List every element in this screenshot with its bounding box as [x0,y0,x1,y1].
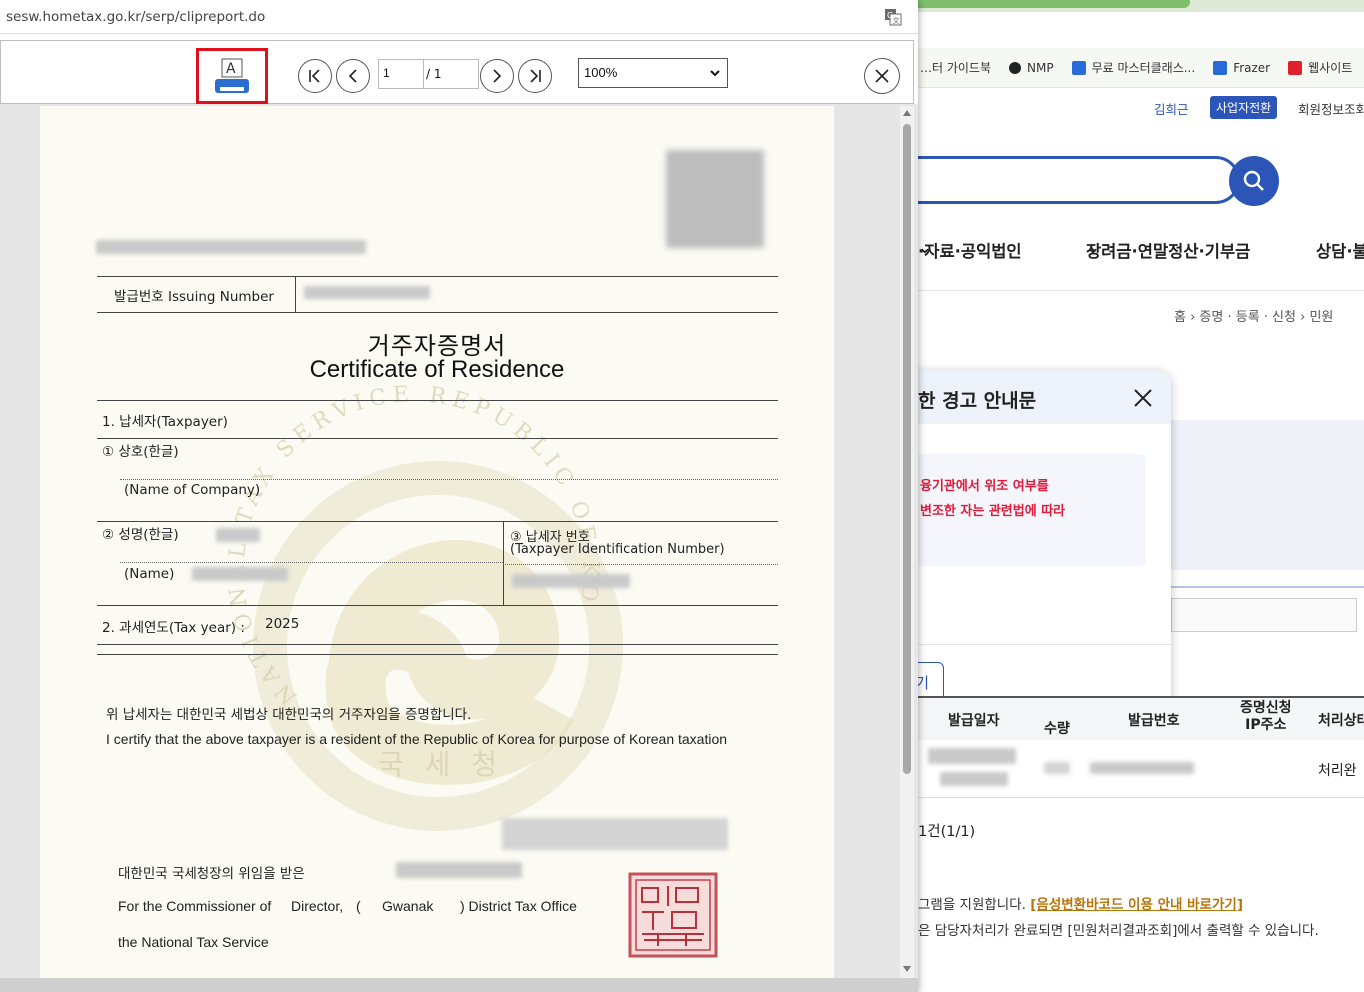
modal-warning-text: 융기관에서 위조 여부를 변조한 자는 관련법에 따라 [920,479,1066,519]
redacted-barcode [666,150,764,248]
close-icon [875,69,889,83]
name-label-en: (Name) [124,566,175,582]
switch-business-button[interactable]: 사업자전환 [1210,96,1278,119]
name-label-ko: ② 성명(한글) [102,527,179,543]
section-taxpayer: 1. 납세자(Taxpayer) [102,414,228,430]
chevron-down-icon [710,70,720,77]
bookmark-nmp[interactable]: NMP [1009,61,1054,75]
delegation-text-ko: 대한민국 국세청장의 위임을 받은 [118,866,305,882]
bookmark-guidebook[interactable]: …터 가이드북 [920,59,991,76]
bookmark-frazer[interactable]: Frazer [1213,60,1270,75]
report-viewer-window: sesw.hometax.go.kr/serp/clipreport.do G文… [0,0,918,992]
warning-modal: 한 경고 안내문 융기관에서 위조 여부를 변조한 자는 관련법에 따라 기 [880,370,1171,718]
redacted-issuing-number [304,286,430,299]
first-page-icon [309,69,320,83]
close-icon[interactable] [1132,387,1154,409]
modal-title: 한 경고 안내문 [918,390,1037,412]
redacted-date [502,818,728,850]
first-page-button[interactable] [298,59,332,93]
certify-text-ko: 위 납세자는 대한민국 세법상 대한민국의 거주자임을 증명합니다. [106,707,472,723]
printer-icon: A [215,58,249,93]
company-label-en: (Name of Company) [124,482,261,498]
office-name: Gwanak [382,898,434,914]
redacted-name-ko [216,528,260,542]
browser-tab-strip [918,0,1364,12]
last-page-button[interactable] [518,59,552,93]
nav-item-incentive[interactable]: 장려금·연말정산·기부금 ⌄ [1086,238,1250,261]
svg-text:文: 文 [893,16,900,25]
nav-item-data[interactable]: ·자료·공익법인 ⌄ [918,238,1022,261]
redacted-tin [512,574,630,588]
page-number-input[interactable]: 1 [378,59,424,89]
bookmark-masterclass[interactable]: 무료 마스터클래스... [1071,59,1195,76]
breadcrumb: 홈 › 증명 · 등록 · 신청 › 민원 [1174,310,1334,325]
user-name[interactable]: 김희근 [1154,99,1189,118]
horizontal-scrollbar[interactable] [0,978,918,992]
scroll-down-icon[interactable] [903,966,911,972]
company-label-ko: ① 상호(한글) [102,444,179,460]
notice-text: 그램을 지원합니다. [음성변환바코드 이용 안내 바로가기] 은 담당자처리가… [918,897,1319,939]
print-button[interactable]: A [196,48,268,104]
search-input[interactable] [918,156,1240,204]
address-bar: sesw.hometax.go.kr/serp/clipreport.do G文 [0,0,918,34]
redacted-name-en [192,567,288,581]
scroll-thumb[interactable] [903,124,911,774]
scroll-up-icon[interactable] [903,110,911,116]
redacted-doc-number [96,240,366,254]
paren-open: ( [356,898,361,914]
filter-input[interactable] [1171,598,1357,632]
commissioner-text-en: For the Commissioner of [118,898,272,914]
search-button[interactable] [1229,156,1279,206]
voice-barcode-link[interactable]: [음성변환바코드 이용 안내 바로가기] [1030,897,1243,913]
bookmark-website[interactable]: 웹사이트 [1288,59,1352,76]
translate-icon[interactable]: G文 [884,8,902,26]
member-info-link[interactable]: 회원정보조회 [1298,99,1364,118]
url-text: sesw.hometax.go.kr/serp/clipreport.do [6,9,266,25]
nts-text-en: the National Tax Service [118,934,269,950]
chevron-right-icon [493,69,502,83]
zoom-select[interactable]: 100% [578,58,728,88]
user-bar: 김희근 사업자전환 회원정보조회 [918,96,1364,120]
result-count: 1건(1/1) [918,824,976,840]
table-row[interactable]: 처리완 [918,740,1364,798]
result-table-header: 발급일자 수량 발급번호 증명신청 IP주소 처리상태 [918,696,1364,740]
tax-year-value: 2025 [265,616,300,632]
svg-text:A: A [226,61,236,77]
tax-year-label: 2. 과세연도(Tax year) : [102,620,245,636]
official-seal-stamp [628,872,718,958]
svg-text:국 세 청: 국 세 청 [378,748,503,781]
next-page-button[interactable] [480,59,514,93]
title-english: Certificate of Residence [309,356,565,383]
bookmarks-bar: …터 가이드북 NMP 무료 마스터클래스... Frazer 웹사이트 [918,48,1364,88]
office-suffix: ) District Tax Office [460,898,577,914]
vertical-scrollbar[interactable] [900,106,914,978]
page-total: / 1 [424,59,479,89]
nmp-icon [1009,61,1022,74]
chevron-left-icon [348,69,357,83]
prev-page-button[interactable] [336,59,370,93]
certificate-page: NATIONAL TAX SERVICE REPUBLIC OF KOREA 국… [40,106,834,992]
issuing-number-label: 발급번호 Issuing Number [114,289,274,305]
bookmark-icon [1071,60,1086,75]
director-text: Director, [291,898,344,914]
bookmark-icon [1213,60,1228,75]
last-page-icon [530,69,541,83]
zoom-value: 100% [584,65,618,80]
main-nav: ·자료·공익법인 ⌄ 장려금·연말정산·기부금 ⌄ 상담·불 [918,238,1364,261]
certify-text-en: I certify that the above taxpayer is a r… [106,731,728,747]
tin-label-en: (Taxpayer Identification Number) [510,542,725,557]
redacted-office-ko [396,862,522,878]
website-icon [1288,60,1303,75]
search-icon [1243,170,1264,191]
close-viewer-button[interactable] [864,58,900,94]
